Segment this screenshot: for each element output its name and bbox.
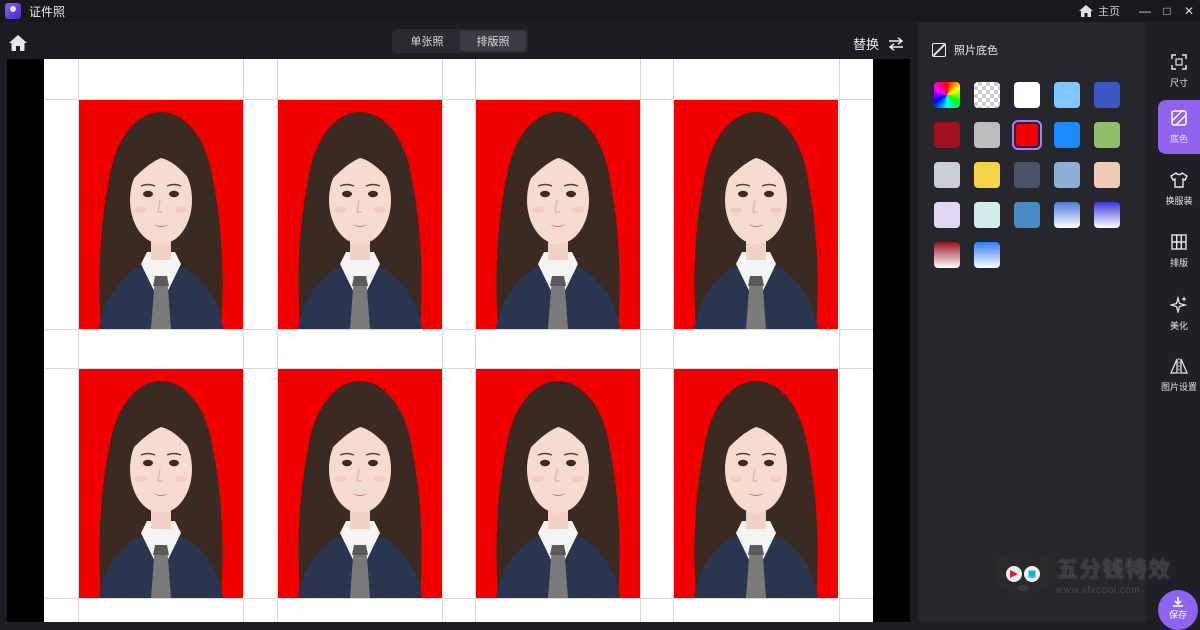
swatch-transparent[interactable] [974,82,1000,108]
watermark-logo [995,555,1051,594]
id-photo[interactable] [79,369,243,598]
home-link[interactable]: 主页 [1098,3,1120,19]
swatch-rainbow[interactable] [934,82,960,108]
id-photo[interactable] [278,369,442,598]
tool-label: 图片设置 [1160,381,1197,392]
swatch-peach[interactable] [1094,162,1120,188]
swatch-light-blue[interactable] [1054,82,1080,108]
swatch-red-gradient[interactable] [934,242,960,268]
save-button[interactable]: 保存 [1158,590,1198,630]
tool-label: 换服装 [1165,195,1193,206]
swatch-red[interactable] [1012,120,1042,150]
id-photo[interactable] [476,100,640,329]
watermark-text: 五分钱特效 [1056,558,1172,583]
swatch-lavender[interactable] [934,202,960,228]
mirror-flip-icon [1170,357,1188,374]
grid-layout-icon [1171,233,1187,250]
work-area: 单张照 排版照 替换 [0,22,918,622]
swatch-slate[interactable] [1014,162,1040,188]
background-color-icon [932,43,946,57]
minimize-button[interactable]: — [1134,0,1156,22]
swatch-violet-gradient[interactable] [1094,202,1120,228]
tool-size[interactable]: 尺寸 [1158,44,1200,98]
swap-label: 替换 [852,37,879,52]
swap-button[interactable]: 替换 [853,34,904,53]
swatch-light-gray[interactable] [974,122,1000,148]
layout-sheet [44,59,873,622]
swatch-royal-blue[interactable] [1094,82,1120,108]
watermark-url: www.vfxcool.com [1056,585,1141,596]
app-logo-icon [5,3,21,19]
home-icon[interactable] [9,35,27,51]
watermark: 五分钱特效 www.vfxcool.com [994,552,1171,596]
panel-title: 照片底色 [954,45,998,57]
mode-tabs: 单张照 排版照 [392,29,528,53]
sparkle-icon [1170,295,1188,313]
swatch-white[interactable] [1014,82,1040,108]
swatch-dark-red[interactable] [934,122,960,148]
background-color-panel: 照片底色 [918,22,1146,622]
swatch-yellow[interactable] [974,162,1000,188]
shirt-icon [1170,171,1188,188]
tool-background-color[interactable]: 底色 [1158,100,1200,154]
tool-image-settings[interactable]: 图片设置 [1158,348,1200,402]
tool-beautify[interactable]: 美化 [1158,286,1200,340]
id-photo[interactable] [674,369,838,598]
swatch-sky-gradient[interactable] [974,242,1000,268]
tab-single-photo[interactable]: 单张照 [394,31,460,51]
close-button[interactable]: ✕ [1178,0,1200,22]
swatch-blue-gradient[interactable] [1054,202,1080,228]
tab-layout-photo[interactable]: 排版照 [460,31,526,51]
tool-layout[interactable]: 排版 [1158,224,1200,278]
id-photo[interactable] [278,100,442,329]
tool-label: 排版 [1169,257,1188,268]
crop-frame-icon [1171,53,1187,70]
id-photo[interactable] [476,369,640,598]
app-title: 证件照 [29,4,66,19]
download-icon [1173,597,1183,607]
home-icon[interactable] [1079,5,1093,17]
swatch-mint[interactable] [974,202,1000,228]
id-photo[interactable] [79,100,243,329]
tool-change-clothes[interactable]: 换服装 [1158,162,1200,216]
swap-arrows-icon [888,36,904,51]
tool-rail: 尺寸 底色 换服装 排版 美化 图片设置 [1146,22,1200,622]
panel-header: 照片底色 [932,42,998,58]
tool-label: 尺寸 [1169,77,1188,88]
maximize-button[interactable]: □ [1156,0,1178,22]
id-photo[interactable] [674,100,838,329]
tool-label: 美化 [1169,320,1188,331]
swatch-steel-blue[interactable] [1014,202,1040,228]
swatch-gray-blue[interactable] [1054,162,1080,188]
swatch-blue[interactable] [1054,122,1080,148]
swatch-green[interactable] [1094,122,1120,148]
background-color-icon [1171,109,1187,126]
tool-label: 底色 [1169,133,1188,144]
color-swatch-grid [934,82,1120,268]
save-label: 保存 [1168,610,1187,620]
title-bar: 证件照 主页 — □ ✕ [0,0,1200,22]
swatch-pale-gray[interactable] [934,162,960,188]
